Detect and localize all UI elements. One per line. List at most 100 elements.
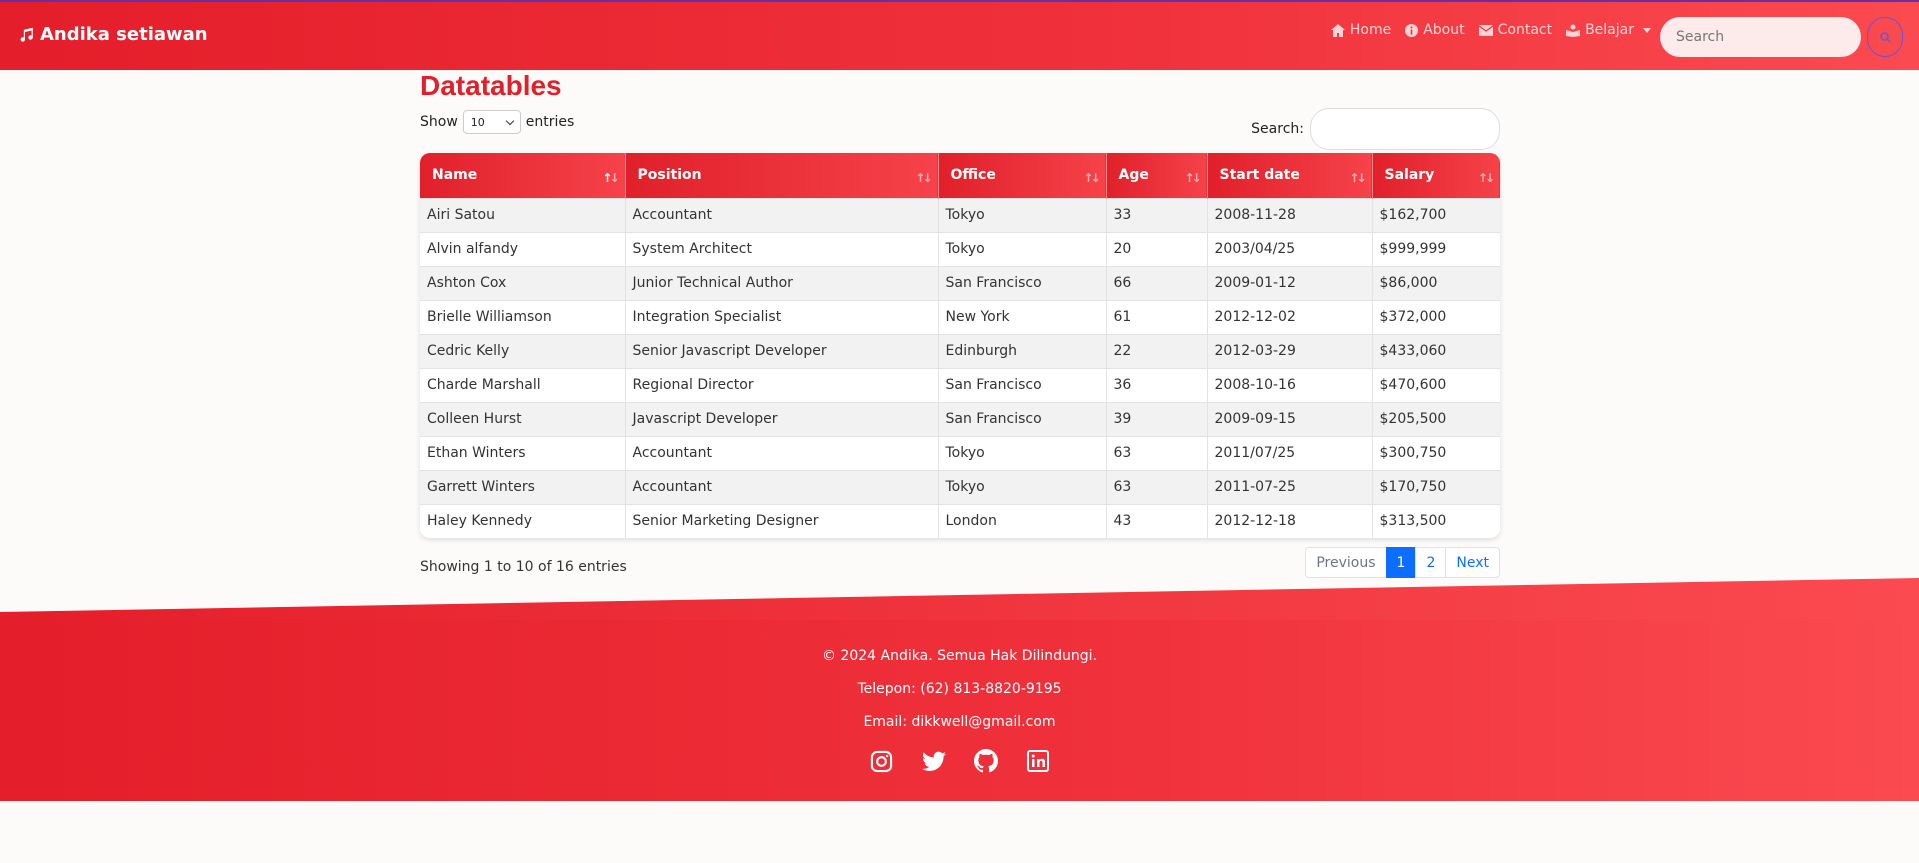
sort-icon: ↑↓ — [1349, 171, 1366, 185]
social-links — [0, 749, 1919, 773]
instagram-link[interactable] — [870, 749, 894, 773]
cell-salary: $86,000 — [1372, 265, 1500, 300]
column-header-salary[interactable]: Salary ↑↓ — [1372, 153, 1500, 198]
table-row: Colleen Hurst Javascript Developer San Fra… — [420, 401, 1500, 436]
table-row: Ethan Winters Accountant Tokyo 63 2011/07/25… — [420, 435, 1500, 470]
cell-start-date: 2011/07/25 — [1207, 435, 1373, 470]
brand-name: Andika setiawan — [40, 24, 208, 45]
column-header-age[interactable]: Age ↑↓ — [1106, 153, 1208, 198]
column-header-start-date[interactable]: Start date ↑↓ — [1207, 153, 1373, 198]
table-row: Alvin alfandy System Architect Tokyo 20 2003… — [420, 231, 1500, 266]
cell-age: 66 — [1106, 265, 1208, 300]
entries-select-value: 10 — [470, 115, 485, 129]
github-link[interactable] — [973, 749, 998, 773]
search-icon — [1879, 31, 1891, 43]
cell-age: 39 — [1106, 401, 1208, 436]
nav-links: Home About Contact Belajar — [1330, 22, 1651, 38]
cell-name: Haley Kennedy — [420, 503, 626, 538]
footer: © 2024 Andika. Semua Hak Dilindungi. Tel… — [0, 620, 1919, 801]
cell-name: Airi Satou — [420, 197, 626, 232]
music-note-icon — [20, 27, 33, 42]
cell-salary: $300,750 — [1372, 435, 1500, 470]
cell-salary: $372,000 — [1372, 299, 1500, 334]
nav-home[interactable]: Home — [1330, 22, 1391, 38]
pagination: Previous 1 2 Next — [1305, 547, 1500, 578]
cell-age: 63 — [1106, 469, 1208, 504]
column-label: Age — [1118, 167, 1149, 184]
cell-name: Garrett Winters — [420, 469, 626, 504]
linkedin-link[interactable] — [1026, 749, 1050, 773]
navbar: Andika setiawan Home About Contact Belaj… — [0, 0, 1919, 70]
column-label: Salary — [1384, 167, 1435, 184]
cell-age: 36 — [1106, 367, 1208, 402]
cell-name: Ashton Cox — [420, 265, 626, 300]
column-header-office[interactable]: Office ↑↓ — [938, 153, 1107, 198]
cell-age: 61 — [1106, 299, 1208, 334]
cell-salary: $170,750 — [1372, 469, 1500, 504]
pagination-page-1[interactable]: 1 — [1385, 547, 1417, 578]
cell-position: Junior Technical Author — [625, 265, 939, 300]
column-label: Name — [432, 167, 478, 184]
nav-belajar-dropdown[interactable]: Belajar — [1566, 22, 1651, 38]
sort-icon: ↑↓ — [1184, 171, 1201, 185]
table-row: Brielle Williamson Integration Specialist… — [420, 299, 1500, 334]
cell-age: 63 — [1106, 435, 1208, 470]
data-table: Name ↑↓ Position ↑↓ Office ↑↓ Age ↑↓ Start d… — [420, 153, 1500, 538]
nav-contact[interactable]: Contact — [1478, 22, 1553, 38]
cell-office: San Francisco — [938, 367, 1107, 402]
brand-link[interactable]: Andika setiawan — [20, 24, 208, 45]
table-info: Showing 1 to 10 of 16 entries — [420, 559, 627, 575]
cell-office: New York — [938, 299, 1107, 334]
nav-contact-label: Contact — [1497, 22, 1553, 38]
entries-select[interactable]: 10 — [462, 110, 521, 134]
filter-label: Search: — [1251, 121, 1304, 137]
cell-position: Accountant — [625, 469, 939, 504]
show-label: Show — [420, 114, 458, 130]
sort-asc-icon: ↑↓ — [602, 171, 619, 185]
cell-start-date: 2012-03-29 — [1207, 333, 1373, 368]
cell-salary: $999,999 — [1372, 231, 1500, 266]
table-filter: Search: — [1251, 108, 1500, 150]
table-row: Ashton Cox Junior Technical Author San Fra… — [420, 265, 1500, 300]
table-row: Charde Marshall Regional Director San Fran… — [420, 367, 1500, 402]
info-icon — [1405, 23, 1419, 37]
envelope-icon — [1478, 24, 1493, 36]
twitter-link[interactable] — [921, 749, 946, 773]
cell-name: Colleen Hurst — [420, 401, 626, 436]
pagination-page-2[interactable]: 2 — [1415, 547, 1447, 578]
cell-position: Accountant — [625, 435, 939, 470]
table-row: Haley Kennedy Senior Marketing Designer Lo… — [420, 503, 1500, 538]
github-icon — [973, 749, 998, 773]
pagination-previous[interactable]: Previous — [1305, 547, 1387, 578]
cell-office: London — [938, 503, 1107, 538]
cell-start-date: 2012-12-18 — [1207, 503, 1373, 538]
cell-office: Tokyo — [938, 231, 1107, 266]
cell-name: Charde Marshall — [420, 367, 626, 402]
search-button[interactable] — [1867, 17, 1903, 57]
column-label: Start date — [1219, 167, 1300, 184]
cell-position: Accountant — [625, 197, 939, 232]
cell-start-date: 2009-01-12 — [1207, 265, 1373, 300]
cell-age: 33 — [1106, 197, 1208, 232]
entries-label: entries — [525, 114, 575, 130]
cell-start-date: 2009-09-15 — [1207, 401, 1373, 436]
pagination-next[interactable]: Next — [1445, 547, 1500, 578]
chevron-down-icon — [505, 116, 515, 125]
footer-email: Email: dikkwell@gmail.com — [863, 714, 1056, 730]
table-search-input[interactable] — [1310, 108, 1500, 150]
column-header-name[interactable]: Name ↑↓ — [420, 153, 626, 198]
cell-office: San Francisco — [938, 401, 1107, 436]
cell-start-date: 2011-07-25 — [1207, 469, 1373, 504]
cell-salary: $433,060 — [1372, 333, 1500, 368]
cell-name: Brielle Williamson — [420, 299, 626, 334]
cell-office: Edinburgh — [938, 333, 1107, 368]
cell-start-date: 2003/04/25 — [1207, 231, 1373, 266]
table-header-row: Name ↑↓ Position ↑↓ Office ↑↓ Age ↑↓ Start d… — [420, 153, 1500, 198]
column-header-position[interactable]: Position ↑↓ — [625, 153, 939, 198]
cell-start-date: 2012-12-02 — [1207, 299, 1373, 334]
home-icon — [1330, 23, 1345, 37]
navbar-search-input[interactable] — [1660, 17, 1861, 57]
cell-start-date: 2008-10-16 — [1207, 367, 1373, 402]
footer-phone: Telepon: (62) 813-8820-9195 — [857, 681, 1062, 697]
nav-about[interactable]: About — [1405, 22, 1465, 38]
